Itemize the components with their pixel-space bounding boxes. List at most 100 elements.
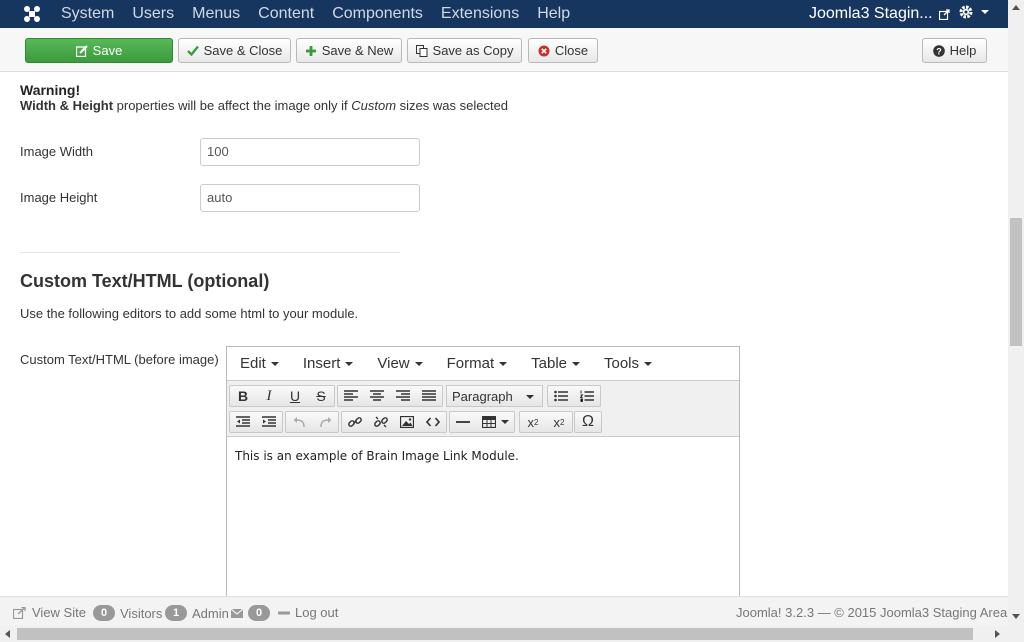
logout-link[interactable]: Log out	[278, 605, 338, 620]
bold-icon[interactable]: B	[230, 386, 256, 406]
editor-menu-tools-label: Tools	[604, 355, 640, 372]
copy-icon	[415, 44, 428, 57]
logout-label: Log out	[295, 605, 339, 620]
history-group	[285, 411, 339, 433]
scroll-down-icon[interactable]	[1012, 614, 1020, 619]
editor-content[interactable]: This is an example of Brain Image Link M…	[227, 437, 739, 475]
undo-icon[interactable]	[286, 412, 312, 432]
align-left-icon[interactable]	[338, 386, 364, 406]
align-justify-icon[interactable]	[416, 386, 442, 406]
outdent-icon[interactable]	[230, 412, 256, 432]
site-name: Joomla3 Stagin...	[809, 5, 933, 22]
help-button[interactable]: ? Help	[922, 38, 987, 63]
scroll-left-icon[interactable]	[5, 630, 10, 638]
subscript-icon[interactable]: x2	[520, 412, 546, 432]
settings-dropdown[interactable]	[958, 4, 989, 20]
admin-indicator: 1 Admin	[165, 605, 229, 621]
menu-system[interactable]: System	[61, 5, 114, 23]
redo-icon[interactable]	[312, 412, 338, 432]
save-new-button[interactable]: Save & New	[296, 38, 402, 63]
status-bar: View Site 0 Visitors 1 Admin 0 Log out J…	[0, 596, 1008, 626]
gear-icon	[959, 5, 973, 19]
joomla-logo-icon[interactable]	[22, 4, 42, 24]
save-new-label: Save & New	[321, 43, 394, 58]
warning-title: Warning!	[20, 82, 81, 98]
editor-menu-edit[interactable]: Edit	[240, 355, 279, 372]
section-title: Custom Text/HTML (optional)	[20, 271, 270, 291]
underline-icon[interactable]: U	[282, 386, 308, 406]
messages-badge: 0	[248, 605, 270, 621]
svg-text:?: ?	[936, 46, 942, 56]
chevron-down-icon	[270, 361, 279, 366]
chevron-down-icon	[345, 361, 354, 366]
chevron-down-icon	[526, 395, 534, 399]
editor-menu-format-label: Format	[446, 355, 495, 372]
image-icon[interactable]	[394, 412, 420, 432]
menu-menus[interactable]: Menus	[192, 5, 240, 23]
editor-menu-insert-label: Insert	[302, 355, 341, 372]
code-icon[interactable]	[420, 412, 446, 432]
script-group: x2 x2	[519, 411, 573, 433]
format-select[interactable]: Paragraph	[446, 385, 543, 407]
site-link[interactable]: Joomla3 Stagin...	[809, 5, 950, 23]
table-icon[interactable]	[476, 412, 514, 432]
rich-text-editor: Edit Insert View Format Table Tools B I …	[226, 346, 740, 596]
superscript-icon[interactable]: x2	[546, 412, 572, 432]
unlink-icon[interactable]	[368, 412, 394, 432]
indent-icon[interactable]	[256, 412, 282, 432]
chevron-down-icon	[499, 361, 508, 366]
editor-menu-table[interactable]: Table	[531, 355, 580, 372]
menu-users[interactable]: Users	[132, 5, 174, 23]
editor-menu-format[interactable]: Format	[447, 355, 508, 372]
align-center-icon[interactable]	[364, 386, 390, 406]
save-close-label: Save & Close	[203, 43, 283, 58]
visitors-badge: 0	[93, 605, 115, 621]
horizontal-rule-icon[interactable]	[450, 412, 476, 432]
numbered-list-icon[interactable]	[574, 386, 600, 406]
chevron-down-icon	[572, 361, 580, 366]
visitors-indicator: 0 Visitors	[93, 605, 162, 621]
menu-help[interactable]: Help	[537, 5, 570, 23]
chevron-down-icon	[981, 10, 989, 14]
omega-icon[interactable]: Ω	[575, 412, 601, 432]
editor-menu-insert[interactable]: Insert	[303, 355, 354, 372]
italic-icon[interactable]: I	[256, 386, 282, 406]
alignment-group	[337, 385, 443, 407]
image-height-input[interactable]: auto	[200, 184, 420, 212]
menu-extensions[interactable]: Extensions	[441, 5, 519, 23]
messages-indicator[interactable]: 0	[231, 605, 275, 621]
view-site-link[interactable]: View Site	[13, 605, 86, 620]
save-as-copy-label: Save as Copy	[432, 43, 514, 58]
editor-menu-tools[interactable]: Tools	[604, 355, 653, 372]
save-as-copy-button[interactable]: Save as Copy	[407, 38, 522, 63]
save-close-button[interactable]: Save & Close	[178, 38, 291, 63]
editor-menu-view[interactable]: View	[377, 355, 423, 372]
bullet-list-icon[interactable]	[548, 386, 574, 406]
horizontal-scroll-thumb[interactable]	[17, 628, 973, 640]
menu-content[interactable]: Content	[258, 5, 314, 23]
strikethrough-icon[interactable]: S	[308, 386, 334, 406]
save-button[interactable]: Save	[25, 38, 173, 63]
scroll-right-icon[interactable]	[995, 630, 1000, 638]
visitors-label: Visitors	[120, 605, 163, 621]
image-width-input[interactable]: 100	[200, 138, 420, 166]
menu-components[interactable]: Components	[332, 5, 423, 23]
close-button[interactable]: Close	[528, 38, 598, 63]
divider	[20, 252, 400, 253]
special-char-group: Ω	[574, 411, 602, 433]
vertical-scroll-thumb[interactable]	[1010, 218, 1022, 346]
list-group	[547, 385, 601, 407]
check-icon	[186, 45, 199, 56]
vertical-scrollbar[interactable]	[1008, 0, 1024, 626]
chevron-down-icon	[414, 361, 423, 366]
align-right-icon[interactable]	[390, 386, 416, 406]
link-icon[interactable]	[342, 412, 368, 432]
scroll-up-icon[interactable]	[1012, 5, 1020, 10]
admin-badge: 1	[165, 605, 187, 621]
image-height-label: Image Height	[20, 190, 98, 205]
horizontal-scrollbar[interactable]	[0, 626, 1024, 642]
warning-bold: Width & Height	[20, 98, 114, 113]
editor-toolbar: B I U S Paragraph x 2 x 2 Ω	[227, 381, 739, 437]
action-toolbar: Save Save & Close Save & New Save as Cop…	[0, 28, 1008, 72]
editor-menu-table-label: Table	[531, 355, 567, 372]
